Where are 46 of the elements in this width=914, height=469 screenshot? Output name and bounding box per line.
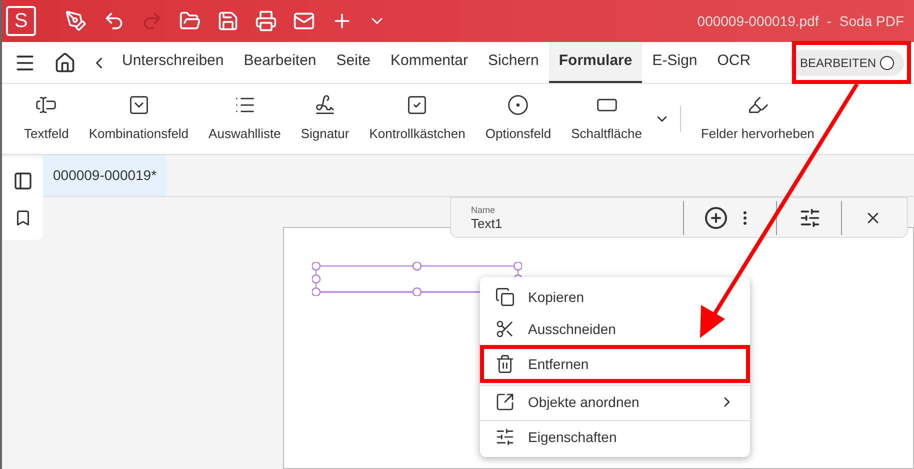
menu-item[interactable]: Kopieren (480, 281, 750, 313)
menu-tab[interactable]: E-Sign (642, 42, 708, 83)
radio-icon[interactable] (507, 94, 530, 116)
name-value[interactable]: Text1 (471, 216, 683, 230)
menu-tab[interactable]: Seite (326, 42, 380, 83)
document-tab[interactable]: 000009-000019* (43, 155, 167, 196)
app-name: Soda PDF (839, 12, 904, 30)
tool-button[interactable]: Schaltfläche (571, 124, 642, 144)
arrange-icon (495, 392, 515, 412)
home-icon[interactable] (54, 52, 76, 74)
toggle-knob (880, 56, 894, 70)
menu-tab[interactable]: Formulare (548, 42, 642, 83)
menu-tab[interactable]: Bearbeiten (234, 42, 326, 83)
add-action-icon[interactable] (704, 206, 728, 230)
menu-tab[interactable]: Unterschreiben (112, 42, 234, 83)
menu-item[interactable]: Entfernen (480, 345, 750, 383)
name-label: Name (471, 206, 496, 214)
tool-button[interactable]: Felder hervorheben (700, 124, 814, 144)
menu-item[interactable]: Objekte anordnen (480, 386, 750, 418)
title-separator: - (826, 12, 832, 30)
menu-tab[interactable]: Sichern (478, 42, 549, 83)
menu-tab[interactable]: Kommentar (380, 42, 478, 83)
menu-item[interactable]: Ausschneiden (480, 313, 750, 345)
copy-icon (495, 287, 515, 307)
tool-button[interactable]: Textfeld (24, 124, 69, 144)
print-icon[interactable] (254, 9, 278, 33)
pen-icon[interactable] (64, 9, 88, 33)
menu-item[interactable]: Eigenschaften (480, 421, 750, 453)
trash-icon (495, 354, 515, 374)
menu-tab[interactable]: OCR (707, 42, 761, 83)
edit-toggle[interactable]: BEARBEITEN (790, 50, 904, 76)
combo-box-icon[interactable] (128, 94, 150, 116)
tool-button[interactable]: Kontrollkästchen (369, 124, 466, 144)
app-logo: S (6, 6, 36, 36)
signature-icon[interactable] (314, 94, 336, 116)
settings-icon[interactable] (799, 206, 821, 228)
file-name: 000009-000019.pdf (697, 12, 819, 31)
tool-button[interactable]: Signatur (300, 124, 350, 144)
panel-icon[interactable] (12, 171, 32, 191)
sliders-icon (495, 427, 515, 447)
tool-button[interactable]: Optionsfeld (485, 124, 552, 144)
scissors-icon (495, 319, 515, 339)
tool-button[interactable]: Kombinationsfeld (88, 124, 189, 144)
checkbox-icon[interactable] (406, 94, 428, 116)
tool-button[interactable]: Auswahlliste (208, 124, 281, 144)
save-icon[interactable] (216, 9, 240, 33)
